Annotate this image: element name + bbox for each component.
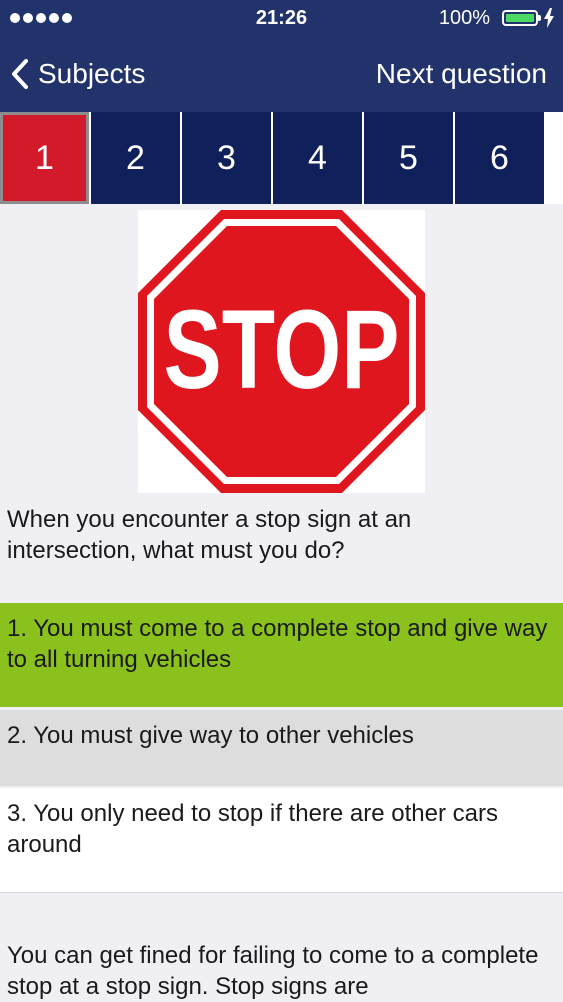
stop-sign-image: STOP — [138, 210, 425, 493]
stop-sign-text: STOP — [164, 287, 400, 412]
tab-question-1[interactable]: 1 — [0, 112, 89, 204]
next-question-label: Next question — [375, 58, 547, 89]
battery-icon — [502, 10, 541, 26]
tab-question-6[interactable]: 6 — [455, 112, 544, 204]
question-text: When you encounter a stop sign at an int… — [7, 506, 412, 564]
tab-question-5[interactable]: 5 — [364, 112, 453, 204]
tab-question-4[interactable]: 4 — [273, 112, 362, 204]
battery-percentage: 100% — [438, 7, 490, 29]
lightning-bolt-icon — [544, 8, 554, 28]
tab-question-2[interactable]: 2 — [91, 112, 180, 204]
answer-option-2[interactable]: 2. You must give way to other vehicles — [0, 710, 563, 786]
navigation-bar: 21:26 100% Subjects Next question — [0, 0, 563, 112]
back-button-label: Subjects — [38, 58, 146, 89]
explanation-text: You can get fined for failing to come to… — [7, 942, 539, 1000]
status-bar: 21:26 100% — [0, 0, 563, 38]
answer-option-3[interactable]: 3. You only need to stop if there are ot… — [0, 788, 563, 893]
back-button[interactable]: Subjects — [10, 52, 145, 96]
tab-question-3[interactable]: 3 — [182, 112, 271, 204]
next-question-button[interactable]: Next question — [376, 52, 547, 96]
chevron-left-icon — [12, 59, 28, 89]
question-number-tabs: 1 2 3 4 5 6 — [0, 112, 563, 204]
answer-option-1[interactable]: 1. You must come to a complete stop and … — [0, 603, 563, 707]
